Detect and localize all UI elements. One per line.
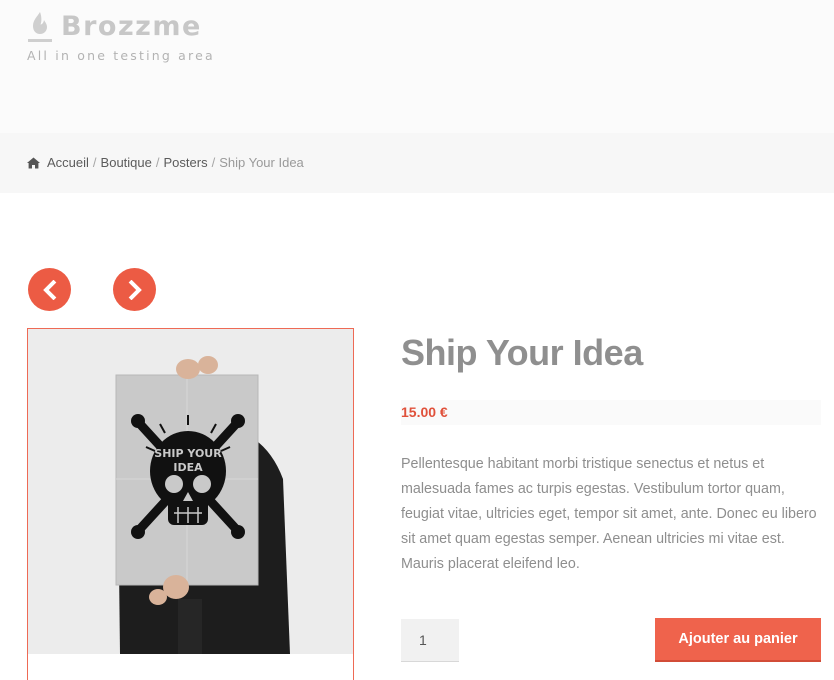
add-to-cart-button[interactable]: Ajouter au panier	[655, 618, 821, 662]
poster-text-line-1: SHIP YOUR	[154, 447, 222, 460]
quantity-input[interactable]	[401, 619, 459, 662]
flame-logo-icon	[28, 12, 52, 42]
breadcrumb-separator: /	[92, 155, 97, 170]
home-icon	[27, 157, 40, 168]
chevron-left-icon	[42, 279, 56, 300]
product-title: Ship Your Idea	[401, 332, 643, 373]
breadcrumb-link-shop[interactable]: Boutique	[101, 154, 152, 171]
breadcrumb-bar: Accueil / Boutique / Posters / Ship Your…	[0, 133, 834, 193]
breadcrumb-link-posters[interactable]: Posters	[164, 154, 208, 171]
breadcrumb-separator: /	[155, 155, 160, 170]
chevron-right-icon	[128, 279, 142, 300]
product-gallery: SHIP YOUR IDEA	[27, 328, 354, 680]
site-title[interactable]: Brozzme	[61, 10, 202, 44]
site-logo-link[interactable]: Brozzme	[27, 10, 215, 44]
previous-product-button[interactable]	[28, 268, 71, 311]
product-image[interactable]: SHIP YOUR IDEA	[28, 329, 353, 654]
product-price: 15.00 €	[401, 404, 448, 420]
breadcrumb: Accueil / Boutique / Posters / Ship Your…	[27, 154, 304, 171]
breadcrumb-separator: /	[211, 155, 216, 170]
site-header: Brozzme All in one testing area	[0, 0, 834, 133]
site-branding: Brozzme All in one testing area	[27, 10, 215, 63]
price-row: 15.00 €	[401, 400, 821, 425]
breadcrumb-link-home[interactable]: Accueil	[47, 154, 89, 171]
poster-photo-illustration: SHIP YOUR IDEA	[28, 329, 353, 654]
product-short-description: Pellentesque habitant morbi tristique se…	[401, 456, 817, 572]
breadcrumb-current: Ship Your Idea	[219, 155, 304, 170]
site-description: All in one testing area	[27, 48, 215, 63]
next-product-button[interactable]	[113, 268, 156, 311]
poster-text-line-2: IDEA	[173, 461, 203, 474]
